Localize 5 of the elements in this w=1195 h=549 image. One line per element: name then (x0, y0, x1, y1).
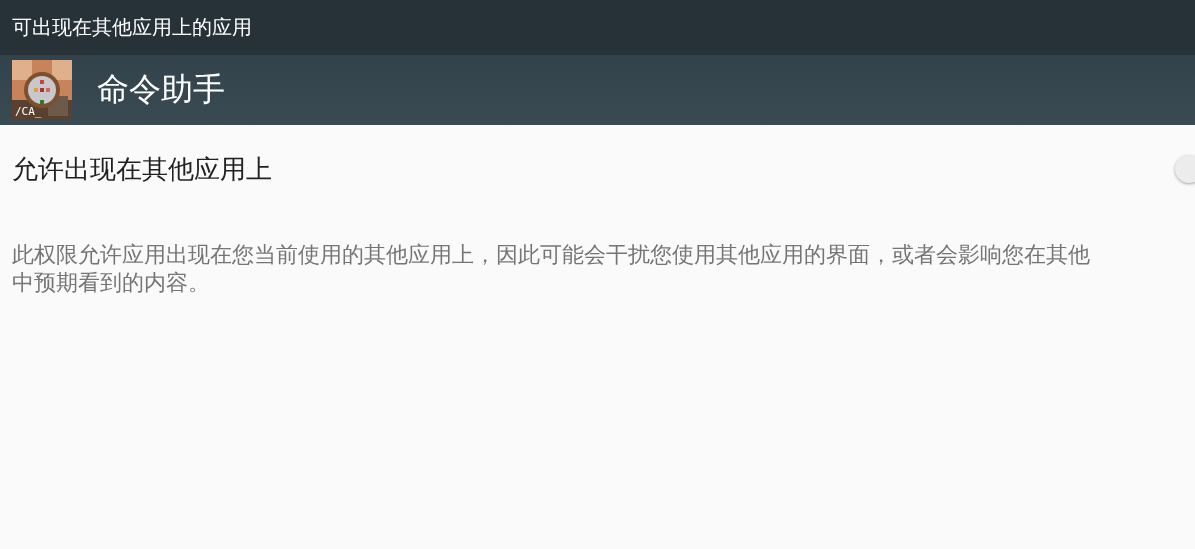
app-icon: /CA_ (12, 60, 72, 120)
screen-title: 可出现在其他应用上的应用 (12, 14, 252, 41)
app-name: 命令助手 (97, 69, 225, 110)
permission-description: 此权限允许应用出现在您当前使用的其他应用上，因此可能会干扰您使用其他应用的界面，或者会影响您在其他 中预期看到的内容。 (12, 241, 1090, 297)
setting-title: 允许出现在其他应用上 (12, 152, 272, 186)
